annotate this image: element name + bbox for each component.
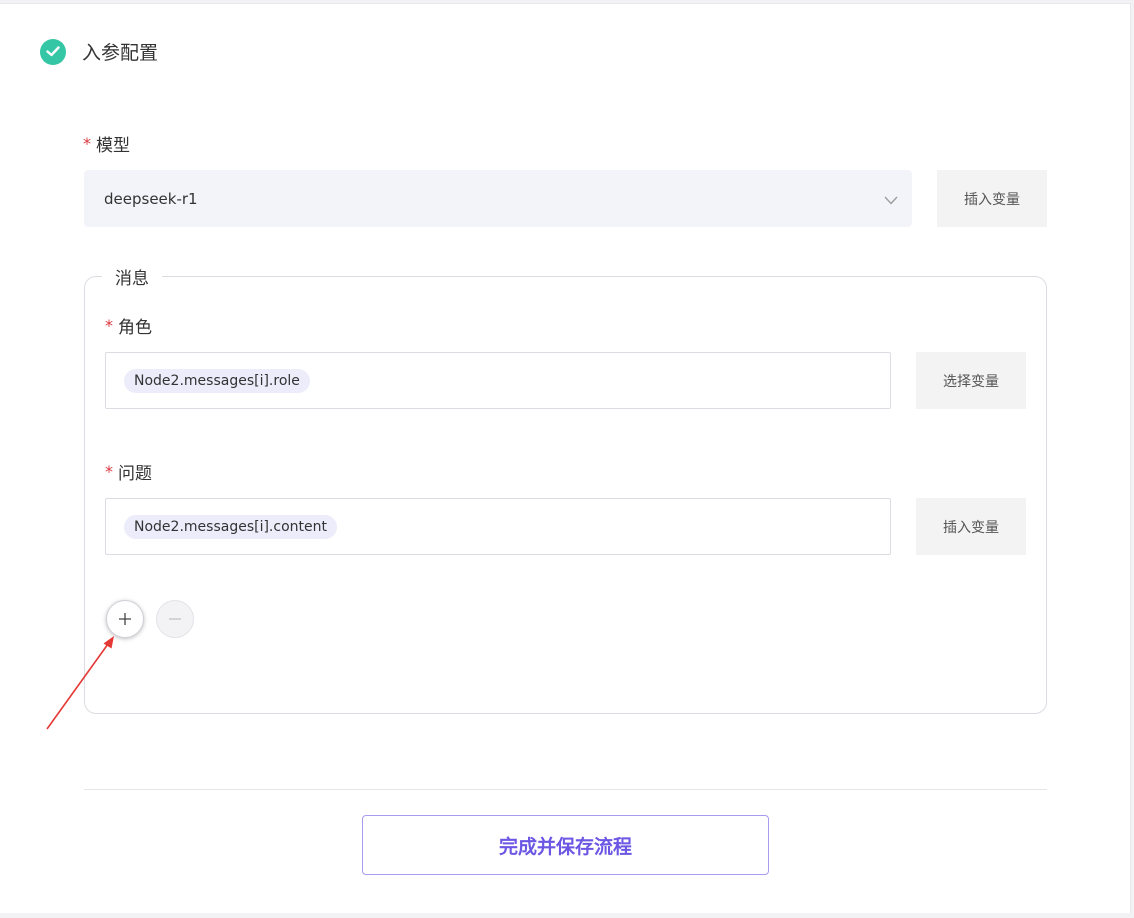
model-select[interactable]: deepseek-r1	[84, 170, 912, 227]
save-flow-button[interactable]: 完成并保存流程	[362, 815, 769, 875]
add-message-button[interactable]	[106, 600, 144, 638]
role-input[interactable]: Node2.messages[i].role	[105, 352, 891, 409]
role-select-variable-button[interactable]: 选择变量	[916, 352, 1026, 409]
question-input[interactable]: Node2.messages[i].content	[105, 498, 891, 555]
messages-legend: 消息	[102, 264, 162, 289]
question-variable-tag[interactable]: Node2.messages[i].content	[124, 514, 337, 539]
chevron-down-icon	[884, 191, 898, 209]
plus-icon	[119, 613, 131, 625]
model-insert-variable-button[interactable]: 插入变量	[937, 170, 1047, 227]
required-asterisk: *	[105, 316, 113, 335]
question-label: * 问题	[105, 459, 152, 484]
question-insert-variable-button[interactable]: 插入变量	[916, 498, 1026, 555]
remove-message-button[interactable]	[156, 600, 194, 638]
required-asterisk: *	[83, 134, 91, 153]
question-label-text: 问题	[118, 464, 152, 484]
role-variable-tag[interactable]: Node2.messages[i].role	[124, 368, 310, 393]
model-select-value: deepseek-r1	[104, 189, 198, 208]
model-label: * 模型	[83, 131, 130, 156]
messages-fieldset	[84, 276, 1047, 714]
section-title: 入参配置	[82, 42, 159, 64]
check-circle-icon	[40, 38, 66, 65]
model-label-text: 模型	[96, 136, 130, 156]
section-header: 入参配置	[40, 38, 158, 65]
minus-icon	[169, 618, 181, 620]
role-label-text: 角色	[118, 318, 152, 338]
required-asterisk: *	[105, 462, 113, 481]
footer-divider	[84, 789, 1047, 790]
role-label: * 角色	[105, 313, 152, 338]
